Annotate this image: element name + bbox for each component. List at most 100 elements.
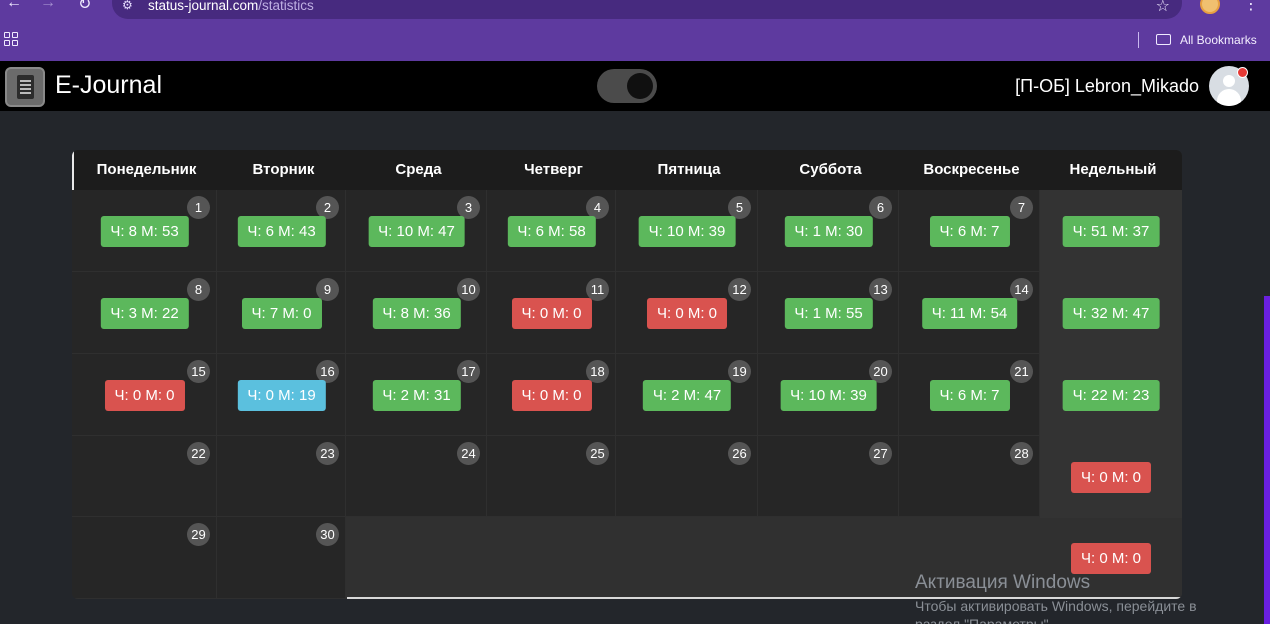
notification-dot [1237,67,1248,78]
day-number: 15 [187,360,210,383]
back-arrow-icon[interactable]: ← [6,0,22,12]
more-vert-icon[interactable]: ⋮ [1243,0,1259,14]
day-cell[interactable]: 4 Ч: 6 М: 58 [487,190,616,272]
day-number: 22 [187,442,210,465]
windows-activation-title: Активация Windows [915,572,1091,593]
time-badge: Ч: 8 М: 53 [100,216,189,247]
time-badge: Ч: 6 М: 58 [507,216,596,247]
day-cell[interactable]: 30 [217,517,346,599]
day-cell[interactable]: 18 Ч: 0 М: 0 [487,354,616,436]
day-cell[interactable]: 7 Ч: 6 М: 7 [899,190,1040,272]
day-number: 10 [457,278,480,301]
address-bar[interactable]: ⚙ status-journal.com/statistics ☆ [112,0,1182,19]
user-name[interactable]: [П-ОБ] Lebron_Mikado [1015,76,1199,97]
weekly-total-badge: Ч: 32 М: 47 [1062,298,1160,329]
windows-activation-text: Чтобы активировать Windows, перейдите в [915,598,1197,614]
time-badge: Ч: 0 М: 0 [646,298,728,329]
day-header: Среда [395,161,442,178]
time-badge: Ч: 8 М: 36 [372,298,461,329]
folder-icon [1156,34,1171,45]
time-badge: Ч: 11 М: 54 [921,298,1018,329]
calendar-header: Понедельник Вторник Среда Четверг Пятница Суб… [72,150,1182,190]
day-header: Воскресенье [923,161,1020,178]
day-number: 25 [586,442,609,465]
day-cell[interactable]: 15 Ч: 0 М: 0 [72,354,217,436]
day-cell[interactable]: 6 Ч: 1 М: 30 [758,190,899,272]
day-number: 29 [187,523,210,546]
day-number: 7 [1010,196,1033,219]
day-number: 23 [316,442,339,465]
day-cell[interactable]: 13 Ч: 1 М: 55 [758,272,899,354]
day-cell[interactable]: 8 Ч: 3 М: 22 [72,272,217,354]
day-cell[interactable]: 1 Ч: 8 М: 53 [72,190,217,272]
url-host: status-journal.com [148,0,259,13]
day-number: 27 [869,442,892,465]
day-cell[interactable]: 9 Ч: 7 М: 0 [217,272,346,354]
day-cell[interactable]: 24 [346,436,487,517]
day-number: 1 [187,196,210,219]
weekly-total-badge: Ч: 51 М: 37 [1062,216,1160,247]
toggle-knob [627,73,653,99]
day-cell[interactable]: 16 Ч: 0 М: 19 [217,354,346,436]
time-badge: Ч: 0 М: 19 [237,380,326,411]
day-cell[interactable]: 23 [217,436,346,517]
day-number: 26 [728,442,751,465]
theme-toggle[interactable] [597,69,657,103]
time-badge: Ч: 0 М: 0 [104,380,185,411]
weekly-total-badge: Ч: 0 М: 0 [1070,461,1152,493]
day-cell[interactable]: 29 [72,517,217,599]
day-cell[interactable]: 10 Ч: 8 М: 36 [346,272,487,354]
day-cell[interactable]: 17 Ч: 2 М: 31 [346,354,487,436]
day-number: 28 [1010,442,1033,465]
time-badge: Ч: 6 М: 7 [929,216,1010,247]
time-badge: Ч: 1 М: 55 [784,298,873,329]
windows-activation-text-2: раздел "Параметры". [915,616,1053,624]
day-header: Пятница [657,161,721,178]
bookmarks-bar: All Bookmarks [0,25,1270,55]
apps-grid-icon[interactable] [4,32,18,46]
reload-icon[interactable]: ↻ [78,0,91,14]
day-cell[interactable]: 28 [899,436,1040,517]
journal-logo-icon[interactable] [5,67,45,107]
bookmark-star-icon[interactable]: ☆ [1156,0,1170,16]
time-badge: Ч: 10 М: 39 [638,216,736,247]
day-header: Понедельник [96,161,197,178]
day-cell[interactable]: 27 [758,436,899,517]
time-badge: Ч: 7 М: 0 [241,298,322,329]
day-number: 6 [869,196,892,219]
browser-frame: ← → ↻ ⚙ status-journal.com/statistics ☆ … [0,0,1270,61]
time-badge: Ч: 2 М: 47 [642,380,732,411]
day-number: 8 [187,278,210,301]
time-badge: Ч: 6 М: 7 [929,380,1010,411]
time-badge: Ч: 10 М: 47 [368,216,465,247]
site-info-icon[interactable]: ⚙ [122,0,133,12]
day-cell[interactable]: 22 [72,436,217,517]
bookmarks-divider [1138,32,1139,48]
day-cell[interactable]: 5 Ч: 10 М: 39 [616,190,758,272]
day-cell[interactable]: 12 Ч: 0 М: 0 [616,272,758,354]
day-number: 30 [316,523,339,546]
day-cell[interactable]: 14 Ч: 11 М: 54 [899,272,1040,354]
day-cell[interactable]: 26 [616,436,758,517]
scrollbar[interactable] [1264,296,1270,624]
extension-icon[interactable] [1200,0,1220,14]
day-cell[interactable]: 19 Ч: 2 М: 47 [616,354,758,436]
day-cell[interactable]: 25 [487,436,616,517]
url-text[interactable]: status-journal.com/statistics [148,0,314,13]
day-header: Недельный [1069,161,1157,178]
day-cell[interactable]: 21 Ч: 6 М: 7 [899,354,1040,436]
weekly-total-badge: Ч: 22 М: 23 [1062,380,1160,411]
all-bookmarks-link[interactable]: All Bookmarks [1180,33,1257,47]
day-cell[interactable]: 2 Ч: 6 М: 43 [217,190,346,272]
app-title[interactable]: E-Journal [55,71,162,100]
time-badge: Ч: 3 М: 22 [100,298,189,329]
forward-arrow-icon[interactable]: → [40,0,56,12]
day-cell[interactable]: 3 Ч: 10 М: 47 [346,190,487,272]
day-header: Суббота [799,161,862,178]
day-cell[interactable]: 11 Ч: 0 М: 0 [487,272,616,354]
day-cell[interactable]: 20 Ч: 10 М: 39 [758,354,899,436]
time-badge: Ч: 0 М: 0 [511,380,592,411]
day-number: 21 [1010,360,1033,383]
day-number: 19 [728,360,751,383]
time-badge: Ч: 0 М: 0 [511,298,592,329]
